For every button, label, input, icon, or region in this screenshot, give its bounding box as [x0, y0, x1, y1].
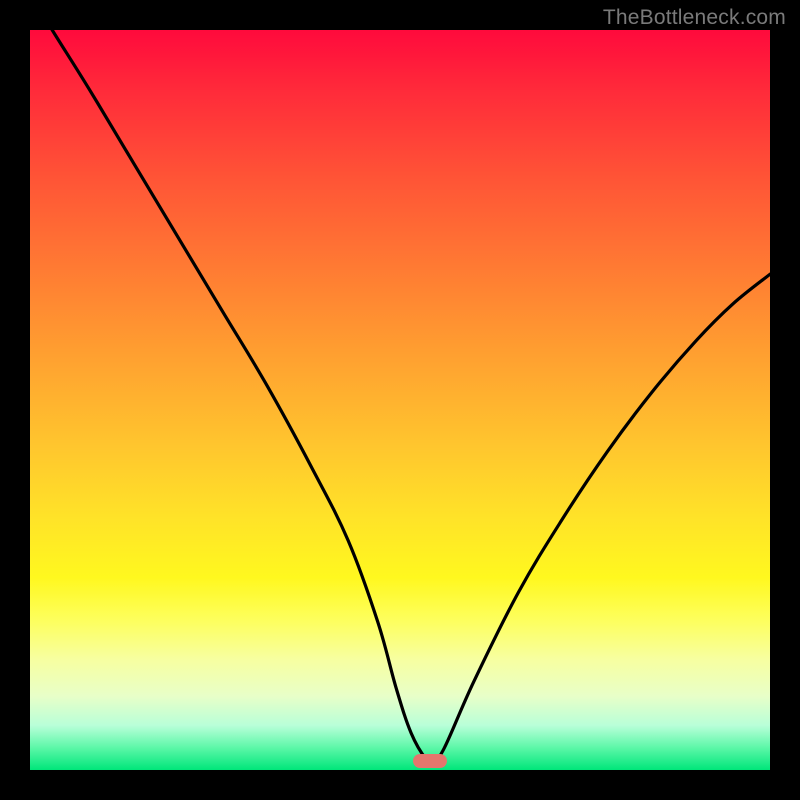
plot-area	[30, 30, 770, 770]
optimum-marker	[413, 754, 447, 768]
chart-frame: TheBottleneck.com	[0, 0, 800, 800]
watermark-text: TheBottleneck.com	[603, 6, 786, 30]
bottleneck-curve	[30, 30, 770, 763]
curve-svg	[30, 30, 770, 770]
